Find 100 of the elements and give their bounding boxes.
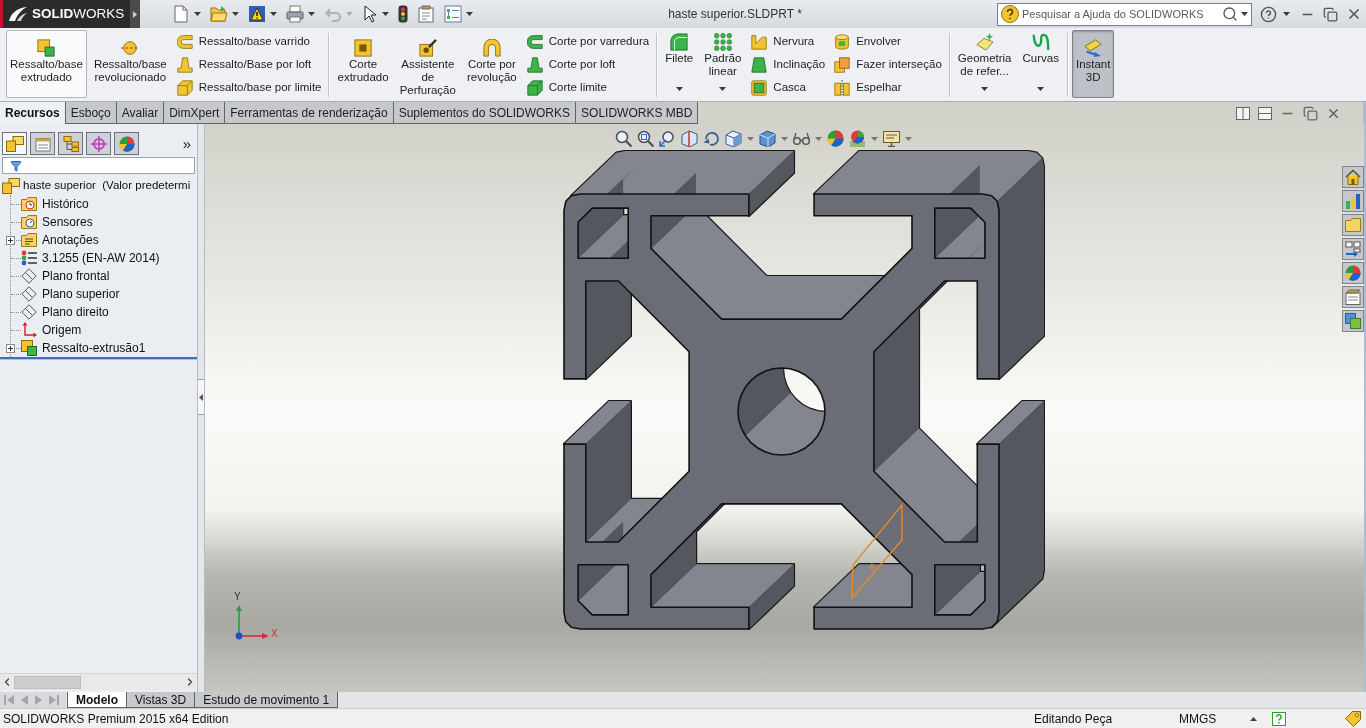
- help-icon[interactable]: [1260, 5, 1277, 23]
- glasses-icon[interactable]: [793, 130, 810, 147]
- caret-icon[interactable]: [1283, 12, 1290, 16]
- scene-sphere-icon[interactable]: [849, 130, 866, 147]
- ribbon-button[interactable]: Instant 3D: [1071, 30, 1115, 98]
- task-pane-tab[interactable]: [1342, 310, 1364, 332]
- command-tab[interactable]: Avaliar: [116, 102, 165, 124]
- scrollbar-thumb[interactable]: [14, 675, 81, 689]
- ribbon-button[interactable]: Curvas: [1018, 30, 1063, 98]
- expand-icon[interactable]: [6, 235, 15, 245]
- rotate-arrows-icon[interactable]: [703, 130, 720, 147]
- ribbon-button[interactable]: Ressalto/base revolucionado: [89, 30, 171, 98]
- help-icon[interactable]: [1272, 711, 1286, 726]
- tree-item[interactable]: Ressalto-extrusão1: [42, 339, 146, 357]
- caret-icon: [1037, 87, 1045, 91]
- caret-icon[interactable]: [194, 12, 201, 16]
- panel-tab[interactable]: [86, 132, 111, 155]
- caret-up-icon[interactable]: [1250, 716, 1257, 721]
- panel-tab[interactable]: [30, 132, 55, 155]
- printer-icon[interactable]: [286, 5, 304, 23]
- task-pane-tab[interactable]: [1342, 238, 1364, 260]
- bottom-tab[interactable]: Modelo: [67, 692, 127, 708]
- caret-icon[interactable]: [382, 12, 389, 16]
- ribbon-button[interactable]: Corte por loft: [523, 53, 653, 76]
- tree-item[interactable]: Histórico: [42, 195, 89, 213]
- magnifier-icon[interactable]: [615, 130, 632, 147]
- ribbon-button[interactable]: Corte limite: [523, 76, 653, 99]
- collapse-handle[interactable]: [198, 379, 204, 415]
- command-tab[interactable]: Suplementos do SOLIDWORKS: [393, 102, 577, 124]
- split-vertical-icon[interactable]: [1236, 106, 1250, 120]
- tree-item[interactable]: haste superior (Valor predetermi: [23, 177, 191, 195]
- tree-item[interactable]: Plano direito: [42, 303, 109, 321]
- tree-item[interactable]: Sensores: [42, 213, 93, 231]
- panel-tab[interactable]: [58, 132, 83, 155]
- search-input[interactable]: Pesquisar a Ajuda do SOLIDWORKS: [1022, 6, 1219, 22]
- search-icon[interactable]: [1222, 6, 1238, 22]
- ribbon-button[interactable]: Corte por varredura: [523, 30, 653, 53]
- ribbon-button[interactable]: Padrão linear: [700, 30, 746, 98]
- warning-icon[interactable]: [248, 5, 266, 23]
- more-tabs-button[interactable]: »: [182, 136, 191, 151]
- ribbon-button[interactable]: Ressalto/base extrudado: [6, 30, 87, 98]
- ribbon-button[interactable]: Casca: [748, 76, 829, 99]
- split-horizontal-icon[interactable]: [1258, 106, 1272, 120]
- section-cube-icon[interactable]: [681, 130, 698, 147]
- ribbon-button[interactable]: Espelhar: [831, 76, 945, 99]
- cursor-icon[interactable]: [362, 5, 378, 23]
- task-pane-tab[interactable]: [1342, 262, 1364, 284]
- task-pane-tab[interactable]: [1342, 190, 1364, 212]
- search-field[interactable]: Pesquisar a Ajuda do SOLIDWORKS: [997, 2, 1252, 26]
- origin-axes-icon: [21, 322, 37, 338]
- caret-icon[interactable]: [466, 12, 473, 16]
- ribbon-button[interactable]: Ressalto/base varrido: [173, 30, 325, 53]
- command-tab[interactable]: SOLIDWORKS MBD: [576, 102, 699, 124]
- caret-icon[interactable]: [232, 12, 239, 16]
- expand-icon[interactable]: [6, 343, 15, 353]
- command-tab[interactable]: Esboço: [65, 102, 117, 124]
- task-pane-tab[interactable]: [1342, 214, 1364, 236]
- bottom-tab[interactable]: Vistas 3D: [126, 692, 196, 708]
- bottom-tab[interactable]: Estudo de movimento 1: [194, 692, 339, 708]
- tree-item[interactable]: Anotações: [42, 231, 99, 249]
- cube-icon[interactable]: [725, 130, 742, 147]
- tree-item[interactable]: Origem: [42, 321, 82, 339]
- tree-item[interactable]: 3.1255 (EN-AW 2014): [42, 249, 160, 267]
- panel-tab[interactable]: [2, 132, 27, 155]
- units-button[interactable]: MMGS: [1179, 709, 1250, 728]
- monitor-icon[interactable]: [883, 130, 900, 147]
- clipboard-icon[interactable]: [417, 5, 435, 23]
- command-tab[interactable]: Ferramentas de renderização: [225, 102, 394, 124]
- traffic-light-icon[interactable]: [398, 5, 408, 23]
- shaded-cube-icon[interactable]: [759, 130, 776, 147]
- menu-expander[interactable]: [130, 0, 140, 28]
- command-tab[interactable]: DimXpert: [164, 102, 226, 124]
- task-pane-tab[interactable]: [1342, 286, 1364, 308]
- filter-field[interactable]: [2, 157, 195, 174]
- ribbon-button[interactable]: Ressalto/base por limite: [173, 76, 325, 99]
- ribbon-button[interactable]: Filete: [661, 30, 698, 98]
- ribbon-button[interactable]: Assistente de Perfuração: [395, 30, 460, 98]
- caret-icon[interactable]: [308, 12, 315, 16]
- task-pane-tab[interactable]: [1342, 166, 1364, 188]
- command-tab[interactable]: Recursos: [0, 102, 66, 124]
- ribbon-button[interactable]: Ressalto/Base por loft: [173, 53, 325, 76]
- ribbon-button[interactable]: Corte por revolução: [462, 30, 521, 98]
- ribbon-button[interactable]: Corte extrudado: [333, 30, 393, 98]
- close-icon[interactable]: [1346, 6, 1362, 22]
- ribbon-button[interactable]: Fazer interseção: [831, 53, 945, 76]
- color-sphere-icon[interactable]: [827, 130, 844, 147]
- horizontal-scrollbar[interactable]: [0, 673, 197, 690]
- tree-item[interactable]: Plano superior: [42, 285, 120, 303]
- magnifier-box-icon[interactable]: [637, 130, 654, 147]
- panel-tab[interactable]: [114, 132, 139, 155]
- magnifier-arrow-icon[interactable]: [659, 130, 676, 147]
- ribbon-button[interactable]: Inclinação: [748, 53, 829, 76]
- ribbon-button[interactable]: Envolver: [831, 30, 945, 53]
- restore-icon[interactable]: [1323, 6, 1338, 22]
- ribbon-button[interactable]: Geometria de refer...: [953, 30, 1016, 98]
- restore-icon[interactable]: [1303, 105, 1318, 121]
- caret-icon[interactable]: [270, 12, 277, 16]
- tree-item[interactable]: Plano frontal: [42, 267, 110, 285]
- ribbon-button[interactable]: Nervura: [748, 30, 829, 53]
- checklist-icon[interactable]: [444, 5, 462, 23]
